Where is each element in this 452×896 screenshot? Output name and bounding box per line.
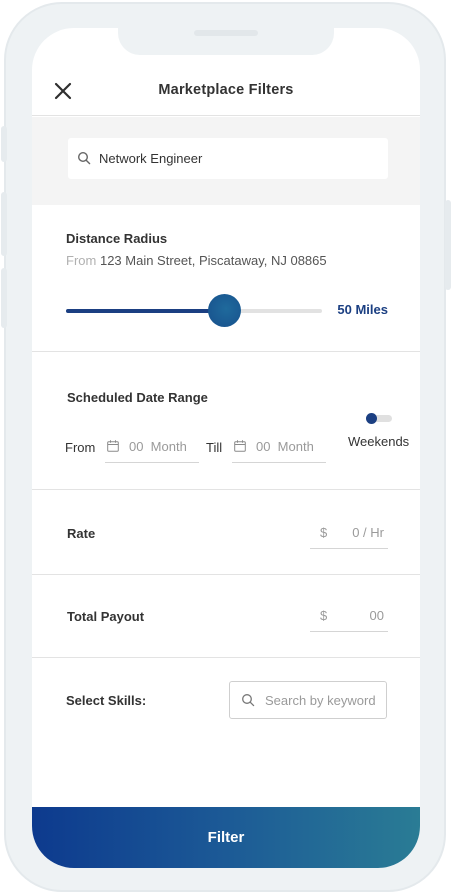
phone-side-button <box>445 200 451 290</box>
payout-input[interactable]: $ 00 <box>310 600 388 632</box>
rate-value: 0 / Hr <box>352 525 384 540</box>
schedule-label: Scheduled Date Range <box>67 390 208 405</box>
speaker-grille <box>194 30 258 36</box>
schedule-section: Scheduled Date Range From 00 Month Till … <box>32 352 420 490</box>
weekends-label: Weekends <box>348 434 410 449</box>
phone-side-button <box>1 192 7 256</box>
slider-fill <box>66 309 225 313</box>
search-icon <box>242 694 255 707</box>
rate-input[interactable]: $ 0 / Hr <box>310 517 388 549</box>
distance-from-prefix: From <box>66 253 97 268</box>
till-date-field[interactable]: 00 Month <box>232 433 326 463</box>
skills-label: Select Skills: <box>66 693 147 708</box>
header: Marketplace Filters <box>32 66 420 116</box>
from-date-field[interactable]: 00 Month <box>105 433 199 463</box>
weekends-toggle[interactable] <box>366 413 392 425</box>
toggle-knob <box>366 413 377 424</box>
skills-section: Select Skills: Search by keyword <box>32 658 420 807</box>
till-date-placeholder: 00 Month <box>256 439 314 454</box>
app-screen: Marketplace Filters Network Engineer Dis… <box>32 28 420 868</box>
skills-placeholder: Search by keyword <box>265 693 376 708</box>
search-section: Network Engineer <box>32 117 420 205</box>
phone-side-button <box>1 126 7 162</box>
payout-section: Total Payout $ 00 <box>32 575 420 658</box>
search-value: Network Engineer <box>99 151 203 166</box>
rate-currency: $ <box>320 525 328 540</box>
till-label: Till <box>206 440 223 455</box>
calendar-icon <box>234 440 246 452</box>
search-input[interactable]: Network Engineer <box>68 138 388 179</box>
phone-notch <box>118 28 334 55</box>
rate-label: Rate <box>67 526 96 541</box>
distance-value: 50 Miles <box>337 302 388 317</box>
slider-thumb[interactable] <box>208 294 242 327</box>
from-label: From <box>65 440 96 455</box>
from-date-placeholder: 00 Month <box>129 439 187 454</box>
skills-search-input[interactable]: Search by keyword <box>229 681 387 719</box>
distance-from-text: From 123 Main Street, Piscataway, NJ 088… <box>66 253 327 268</box>
payout-value: 00 <box>369 608 384 623</box>
phone-side-button <box>1 268 7 328</box>
distance-label: Distance Radius <box>66 231 168 246</box>
payout-currency: $ <box>320 608 328 623</box>
payout-label: Total Payout <box>67 609 145 624</box>
page-title: Marketplace Filters <box>158 82 294 98</box>
distance-slider[interactable] <box>66 294 322 327</box>
search-icon <box>77 151 91 165</box>
rate-section: Rate $ 0 / Hr <box>32 490 420 575</box>
distance-section: Distance Radius From 123 Main Street, Pi… <box>32 205 420 352</box>
filter-button[interactable]: Filter <box>32 807 420 868</box>
distance-address: 123 Main Street, Piscataway, NJ 08865 <box>99 253 327 268</box>
calendar-icon <box>107 440 119 452</box>
